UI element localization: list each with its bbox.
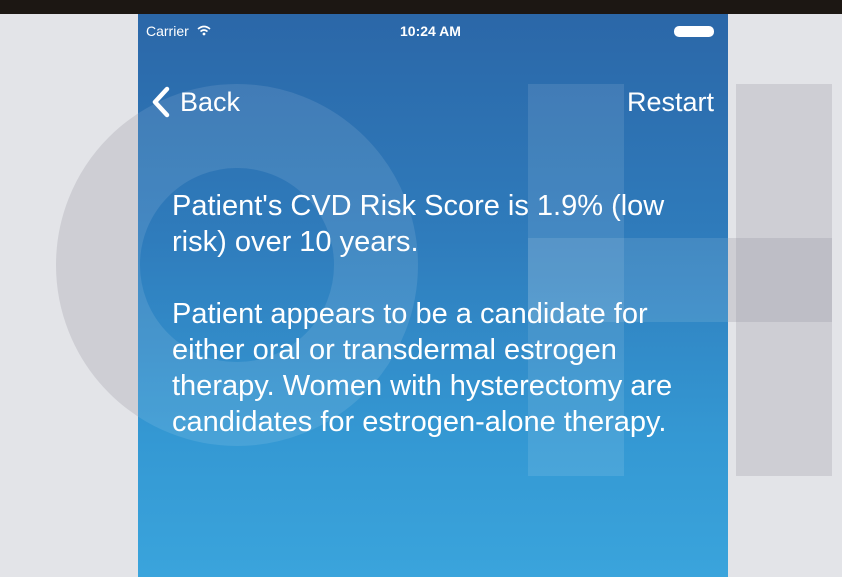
chevron-left-icon [152,86,170,118]
top-dark-strip [0,0,842,14]
status-bar: Carrier 10:24 AM [138,14,728,54]
result-content: Patient's CVD Risk Score is 1.9% (low ri… [172,188,702,440]
restart-button[interactable]: Restart [627,82,714,122]
phone-screen: Carrier 10:24 AM Back Restart Patient's … [138,14,728,577]
navigation-bar: Back Restart [138,82,728,122]
screenshot-stage: Carrier 10:24 AM Back Restart Patient's … [0,0,842,577]
back-label: Back [180,86,241,117]
carrier-label: Carrier [146,23,189,39]
risk-score-text: Patient's CVD Risk Score is 1.9% (low ri… [172,190,665,258]
battery-icon [674,26,714,37]
back-button[interactable]: Back [148,82,240,122]
wifi-icon [197,24,211,39]
carrier-name: Carrier [146,23,211,39]
status-time: 10:24 AM [400,23,461,39]
recommendation-text: Patient appears to be a candidate for ei… [172,298,673,438]
